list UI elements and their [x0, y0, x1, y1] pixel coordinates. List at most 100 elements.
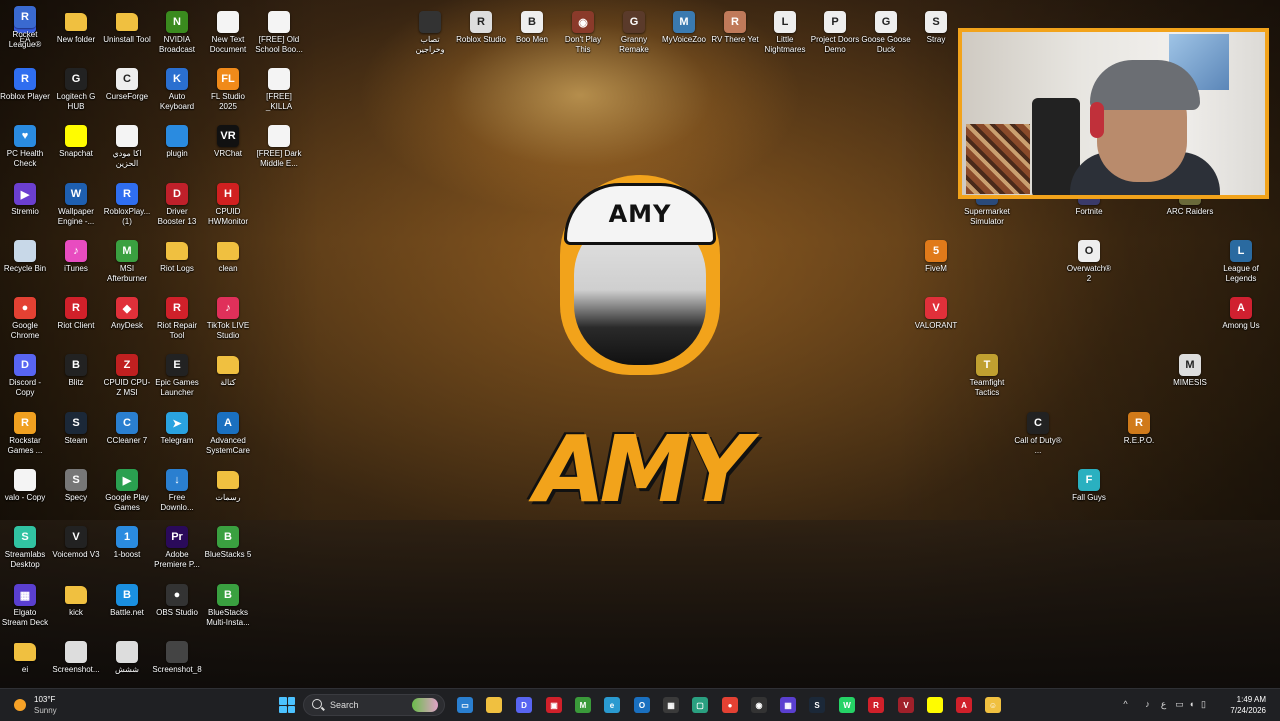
desktop-icon[interactable]: Pr Adobe Premiere P... — [152, 520, 202, 569]
desktop-icon[interactable]: Screenshot_8 — [152, 635, 202, 675]
desktop-icon[interactable]: New Text Document — [203, 5, 253, 54]
network-icon[interactable]: ▭ — [1175, 700, 1184, 709]
desktop-icon[interactable]: ◆ AnyDesk — [102, 291, 152, 331]
desktop-icon[interactable]: R Rockstar Games ... — [0, 406, 50, 455]
discord-taskbar-icon[interactable]: D — [516, 697, 532, 713]
desktop-icon[interactable]: M MIMESIS — [1165, 348, 1215, 388]
riot-taskbar-icon[interactable]: R — [868, 697, 884, 713]
desktop-icon[interactable]: ششش — [102, 635, 152, 675]
desktop-icon[interactable]: B Battle.net — [102, 578, 152, 618]
desktop-icon[interactable]: Snapchat — [51, 119, 101, 159]
desktop-icon[interactable]: C Call of Duty® ... — [1013, 406, 1063, 455]
desktop-icon[interactable]: P Project Doors Demo — [810, 5, 860, 54]
desktop-icon[interactable]: C CCleaner 7 — [102, 406, 152, 446]
obs-taskbar-icon[interactable]: ◉ — [751, 697, 767, 713]
desktop-icon[interactable]: Riot Logs — [152, 234, 202, 274]
battery-icon[interactable]: ▯ — [1199, 700, 1208, 709]
desktop-icon[interactable]: G Logitech G HUB — [51, 62, 101, 111]
desktop-icon[interactable]: R Roblox Player — [0, 62, 50, 102]
desktop-icon[interactable]: E Epic Games Launcher — [152, 348, 202, 397]
desktop-icon[interactable]: T Teamfight Tactics — [962, 348, 1012, 397]
desktop-icon[interactable]: R Roblox Studio — [456, 5, 506, 45]
outlook-taskbar-icon[interactable]: O — [634, 697, 650, 713]
desktop-icon[interactable]: L Little Nightmares — [760, 5, 810, 54]
desktop-icon[interactable]: N NVIDIA Broadcast — [152, 5, 202, 54]
desktop-icon[interactable]: W Wallpaper Engine -... — [51, 177, 101, 226]
desktop-icon[interactable]: S Stray — [911, 5, 961, 45]
desktop-icon[interactable]: plugin — [152, 119, 202, 159]
desktop-icon[interactable]: ▦ Elgato Stream Deck — [0, 578, 50, 627]
desktop-icon[interactable]: [FREE] _KILLA BEES_ - Dar... — [254, 62, 304, 111]
desktop-icon[interactable]: V VALORANT — [911, 291, 961, 331]
minecraft-taskbar-icon[interactable]: M — [575, 697, 591, 713]
desktop-icon[interactable]: Uninstall Tool — [102, 5, 152, 45]
desktop-icon[interactable]: M MyVoiceZoo — [659, 5, 709, 45]
desktop-icon[interactable]: R RV There Yet — [710, 5, 760, 45]
desktop-icon[interactable]: R Rocket League® — [0, 0, 50, 49]
edge-taskbar-icon[interactable]: e — [604, 697, 620, 713]
chevron-up-icon[interactable]: ^ — [1121, 700, 1130, 709]
desktop-icon[interactable]: R RobloxPlay... (1) — [102, 177, 152, 226]
desktop-icon[interactable]: ● OBS Studio — [152, 578, 202, 618]
desktop-icon[interactable]: D Discord - Copy — [0, 348, 50, 397]
clock-time[interactable]: 1:49 AM — [1237, 695, 1266, 704]
chrome-taskbar-icon[interactable]: ● — [722, 697, 738, 713]
stream-deck-taskbar-icon[interactable]: ▦ — [780, 697, 796, 713]
desktop-icon[interactable]: Screenshot... — [51, 635, 101, 675]
desktop-icon[interactable]: V Voicemod V3 — [51, 520, 101, 560]
desktop-icon[interactable]: [FREE] Dark Middle E... — [254, 119, 304, 168]
language-icon[interactable]: ع — [1159, 700, 1168, 709]
phone-link-taskbar-icon[interactable]: ▢ — [692, 697, 708, 713]
desktop-icon[interactable]: D Driver Booster 13 — [152, 177, 202, 226]
desktop-icon[interactable]: رسمات — [203, 463, 253, 503]
file-explorer-taskbar-icon[interactable]: ▭ — [457, 697, 473, 713]
microphone-icon[interactable]: ♪ — [1143, 700, 1152, 709]
desktop-icon[interactable]: تصاب وخراجين — [405, 5, 455, 54]
desktop-icon[interactable]: ➤ Telegram — [152, 406, 202, 446]
desktop-icon[interactable]: ♪ TikTok LIVE Studio — [203, 291, 253, 340]
desktop-icon[interactable]: B Blitz — [51, 348, 101, 388]
desktop-icon[interactable]: M MSI Afterburner — [102, 234, 152, 283]
adobe-taskbar-icon[interactable]: A — [956, 697, 972, 713]
app-red-taskbar-icon[interactable]: ▣ — [546, 697, 562, 713]
desktop-icon[interactable]: ● Google Chrome — [0, 291, 50, 340]
desktop-icon[interactable]: valo - Copy — [0, 463, 50, 503]
taskbar-search-box[interactable]: Search — [303, 694, 445, 716]
desktop-icon[interactable]: B BlueStacks Multi-Insta... — [203, 578, 253, 627]
desktop-icon[interactable]: FL FL Studio 2025 — [203, 62, 253, 111]
desktop-icon[interactable]: H CPUID HWMonitor — [203, 177, 253, 226]
desktop-icon[interactable]: ▶ Stremio — [0, 177, 50, 217]
valorant-taskbar-icon[interactable]: V — [898, 697, 914, 713]
desktop-icon[interactable]: G Goose Goose Duck — [861, 5, 911, 54]
desktop-icon[interactable]: kick — [51, 578, 101, 618]
desktop-icon[interactable]: L League of Legends — [1216, 234, 1266, 283]
store-taskbar-icon[interactable]: ▦ — [663, 697, 679, 713]
desktop-icon[interactable]: R Riot Repair Tool — [152, 291, 202, 340]
desktop-icon[interactable]: ◉ Don't Play This — [558, 5, 608, 54]
desktop-icon[interactable]: اكا مودي الحزين — [102, 119, 152, 168]
desktop-icon[interactable]: S Steam — [51, 406, 101, 446]
desktop-icon[interactable]: كتالة — [203, 348, 253, 388]
desktop-icon[interactable]: B Boo Men — [507, 5, 557, 45]
desktop-icon[interactable]: A Advanced SystemCare — [203, 406, 253, 455]
desktop-icon[interactable]: New folder — [51, 5, 101, 45]
weather-widget[interactable]: 103°F Sunny — [10, 694, 80, 716]
desktop-icon[interactable]: [FREE] Old School Boo... — [254, 5, 304, 54]
start-button[interactable] — [279, 697, 295, 713]
desktop-icon[interactable]: C CurseForge — [102, 62, 152, 102]
desktop-icon[interactable]: clean — [203, 234, 253, 274]
desktop-icon[interactable]: ↓ Free Downlo... — [152, 463, 202, 512]
desktop-icon[interactable]: ei — [0, 635, 50, 675]
desktop-icon[interactable]: G Granny Remake — [609, 5, 659, 54]
desktop-icon[interactable]: VR VRChat — [203, 119, 253, 159]
desktop-icon[interactable]: Z CPUID CPU-Z MSI — [102, 348, 152, 397]
desktop-icon[interactable]: S Streamlabs Desktop — [0, 520, 50, 569]
desktop-icon[interactable]: ♥ PC Health Check — [0, 119, 50, 168]
desktop-icon[interactable]: K Auto Keyboard — [152, 62, 202, 111]
desktop[interactable]: AMY AMY EAEANew folderUninstall ToolNNVI… — [0, 0, 1280, 688]
whatsapp-taskbar-icon[interactable]: W — [839, 697, 855, 713]
desktop-icon[interactable]: 1 1-boost — [102, 520, 152, 560]
desktop-icon[interactable]: A Among Us — [1216, 291, 1266, 331]
desktop-icon[interactable]: ▶ Google Play Games — [102, 463, 152, 512]
desktop-icon[interactable]: O Overwatch® 2 — [1064, 234, 1114, 283]
